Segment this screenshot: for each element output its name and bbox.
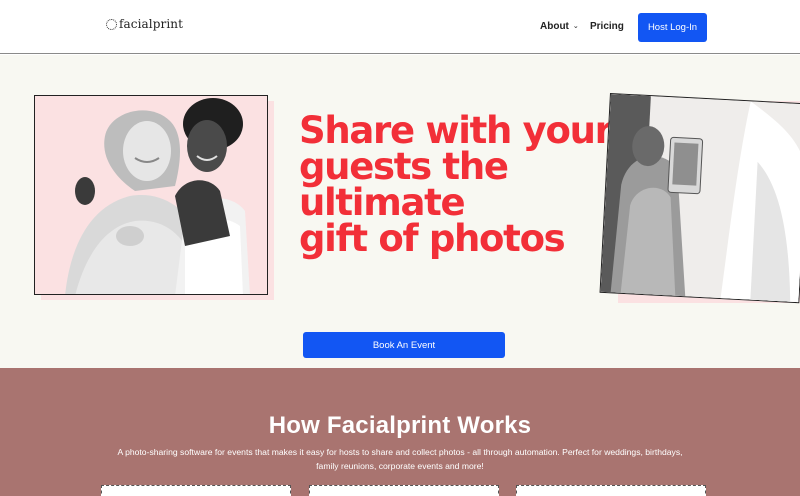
logo-icon — [106, 18, 117, 30]
logo[interactable]: facialprint — [106, 17, 183, 31]
hero-headline: Share with your guests the ultimate gift… — [299, 109, 613, 260]
how-it-works-section: How Facialprint Works A photo-sharing so… — [0, 368, 800, 496]
hero-photo-bride — [599, 93, 800, 304]
headline-line-4: gift of photos — [299, 217, 566, 260]
how-subtitle-line-2: family reunions, corporate events and mo… — [316, 461, 484, 471]
nav-pricing[interactable]: Pricing — [590, 21, 624, 32]
how-title: How Facialprint Works — [268, 412, 532, 439]
chevron-down-icon: ⌄ — [572, 22, 579, 30]
headline-line-3: ultimate — [299, 181, 466, 224]
book-event-button[interactable]: Book An Event — [303, 332, 505, 358]
step-card — [309, 485, 499, 496]
couple-photo-illustration — [35, 96, 267, 294]
host-login-button[interactable]: Host Log-In — [638, 13, 707, 42]
nav-about[interactable]: About ⌄ — [540, 21, 579, 32]
nav-about-label: About — [540, 21, 569, 32]
step-card — [516, 485, 706, 496]
headline-line-2: guests the — [299, 145, 509, 188]
step-card — [101, 485, 291, 496]
hero-section: Share with your guests the ultimate gift… — [0, 55, 800, 368]
bride-photo-illustration — [600, 94, 800, 304]
how-subtitle-line-1: A photo-sharing software for events that… — [117, 447, 683, 457]
headline-line-1: Share with your — [299, 109, 613, 152]
site-header: facialprint About ⌄ Pricing Host Log-In — [0, 0, 800, 54]
how-subtitle: A photo-sharing software for events that… — [95, 445, 705, 473]
logo-text: facialprint — [119, 17, 184, 31]
hero-photo-couple — [34, 95, 268, 295]
